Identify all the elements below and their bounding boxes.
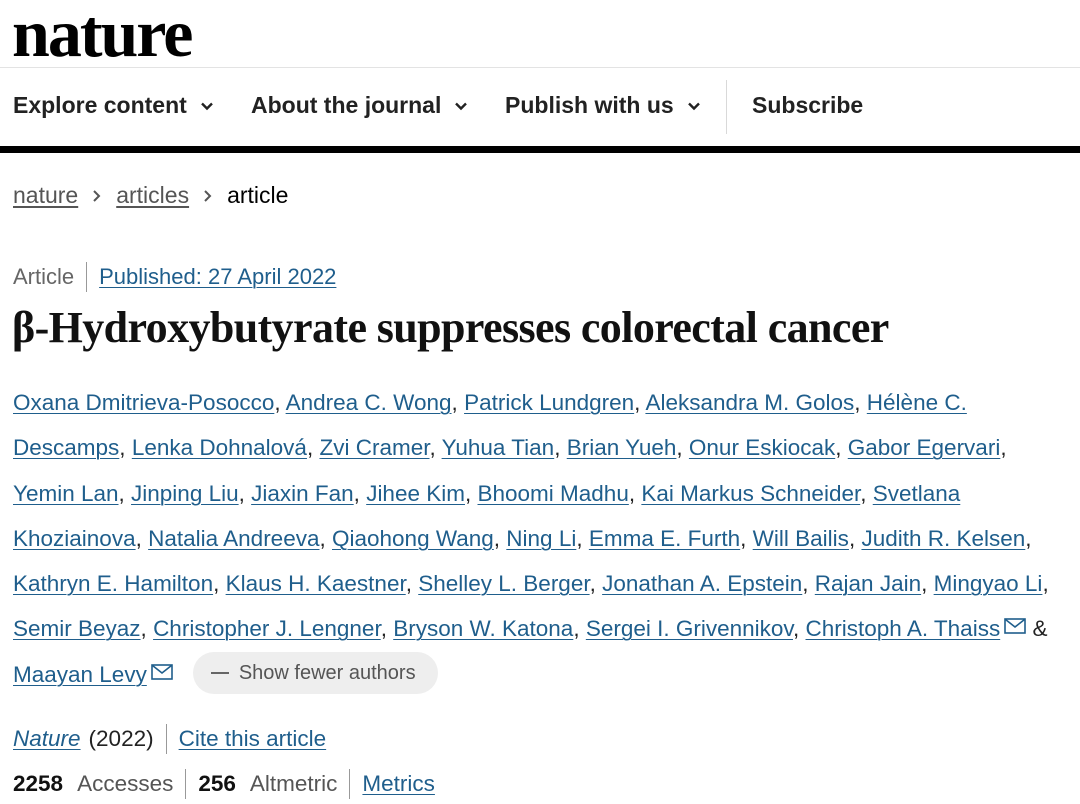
author-link[interactable]: Lenka Dohnalová <box>132 435 307 460</box>
author-link[interactable]: Bryson W. Katona <box>393 616 573 641</box>
article-meta: Article Published: 27 April 2022 <box>13 262 336 292</box>
nav-about-journal-label: About the journal <box>251 92 442 118</box>
author-link[interactable]: Will Bailis <box>753 526 849 551</box>
altmetric-count: 256 <box>198 771 236 796</box>
nav-publish-with-us-label: Publish with us <box>505 92 674 118</box>
author-link[interactable]: Jinping Liu <box>131 481 239 506</box>
stats-divider <box>349 769 351 799</box>
author-link[interactable]: Kai Markus Schneider <box>641 481 860 506</box>
author-link[interactable]: Brian Yueh <box>567 435 677 460</box>
author-link[interactable]: Shelley L. Berger <box>418 571 589 596</box>
author-link[interactable]: Klaus H. Kaestner <box>226 571 406 596</box>
author-link[interactable]: Andrea C. Wong <box>286 390 452 415</box>
author-link[interactable]: Patrick Lundgren <box>464 390 634 415</box>
breadcrumb: nature articles article <box>13 182 288 209</box>
mail-icon[interactable] <box>1000 616 1027 641</box>
main-nav: Explore content About the journal Publis… <box>0 80 1080 136</box>
breadcrumb-nature[interactable]: nature <box>13 182 78 209</box>
author-link[interactable]: Yuhua Tian <box>442 435 555 460</box>
author-link[interactable]: Qiaohong Wang <box>332 526 494 551</box>
altmetric-label: Altmetric <box>249 771 338 796</box>
author-link[interactable]: Jiaxin Fan <box>251 481 354 506</box>
accesses-count: 2258 <box>13 771 64 796</box>
author-link[interactable]: Kathryn E. Hamilton <box>13 571 213 596</box>
article-type: Article <box>13 264 75 289</box>
breadcrumb-current: article <box>227 182 289 208</box>
nav-explore-content-label: Explore content <box>13 92 187 118</box>
chevron-right-icon <box>189 189 227 203</box>
author-link[interactable]: Bhoomi Madhu <box>478 481 629 506</box>
nav-bottom-bar <box>0 146 1080 153</box>
nature-logo[interactable]: nature <box>12 0 193 73</box>
minus-icon <box>210 671 229 674</box>
author-link[interactable]: Oxana Dmitrieva-Posocco <box>13 390 274 415</box>
author-link[interactable]: Jihee Kim <box>366 481 465 506</box>
journal-name[interactable]: Nature <box>13 726 81 752</box>
subscribe-label: Subscribe <box>752 92 864 118</box>
article-title: β-Hydroxybutyrate suppresses colorectal … <box>12 303 889 352</box>
author-link[interactable]: Judith R. Kelsen <box>861 526 1025 551</box>
header-divider <box>0 67 1080 68</box>
nav-publish-with-us[interactable]: Publish with us <box>505 92 702 119</box>
chevron-down-icon <box>687 102 700 110</box>
article-stats: 2258 Accesses 256 Altmetric Metrics <box>13 769 435 799</box>
author-link[interactable]: Onur Eskiocak <box>689 435 835 460</box>
chevron-down-icon <box>455 102 468 110</box>
breadcrumb-articles[interactable]: articles <box>116 182 189 209</box>
meta-divider <box>86 262 88 292</box>
author-link[interactable]: Zvi Cramer <box>319 435 429 460</box>
subscribe-link[interactable]: Subscribe <box>752 92 863 119</box>
author-link[interactable]: Rajan Jain <box>815 571 921 596</box>
author-link[interactable]: Jonathan A. Epstein <box>602 571 802 596</box>
author-link[interactable]: Aleksandra M. Golos <box>645 390 854 415</box>
stats-divider <box>185 769 187 799</box>
nav-about-journal[interactable]: About the journal <box>251 92 469 119</box>
journal-divider <box>165 724 167 754</box>
journal-year: (2022) <box>88 726 154 751</box>
author-list: Oxana Dmitrieva-Posocco, Andrea C. Wong,… <box>13 380 1073 697</box>
journal-info: Nature (2022) Cite this article <box>13 724 326 754</box>
show-fewer-authors-button[interactable]: Show fewer authors <box>192 651 438 694</box>
cite-this-article-link[interactable]: Cite this article <box>179 726 327 752</box>
author-link[interactable]: Emma E. Furth <box>589 526 740 551</box>
accesses-label: Accesses <box>77 771 174 796</box>
mail-icon[interactable] <box>147 662 173 687</box>
author-link[interactable]: Maayan Levy <box>13 662 147 687</box>
author-link[interactable]: Natalia Andreeva <box>148 526 319 551</box>
author-link[interactable]: Yemin Lan <box>13 481 119 506</box>
author-ampersand: & <box>1032 616 1048 642</box>
show-fewer-authors-label: Show fewer authors <box>238 661 416 684</box>
author-link[interactable]: Mingyao Li <box>934 571 1043 596</box>
author-link[interactable]: Christopher J. Lengner <box>153 616 381 641</box>
metrics-link[interactable]: Metrics <box>362 771 435 797</box>
chevron-right-icon <box>78 189 116 203</box>
chevron-down-icon <box>200 102 213 110</box>
nav-divider <box>726 80 727 134</box>
nav-explore-content[interactable]: Explore content <box>13 92 215 119</box>
author-link[interactable]: Gabor Egervari <box>848 435 1001 460</box>
author-link[interactable]: Semir Beyaz <box>13 616 141 641</box>
published-date[interactable]: Published: 27 April 2022 <box>99 264 336 290</box>
author-link[interactable]: Sergei I. Grivennikov <box>586 616 793 641</box>
author-link[interactable]: Christoph A. Thaiss <box>806 616 1001 641</box>
author-link[interactable]: Ning Li <box>506 526 576 551</box>
